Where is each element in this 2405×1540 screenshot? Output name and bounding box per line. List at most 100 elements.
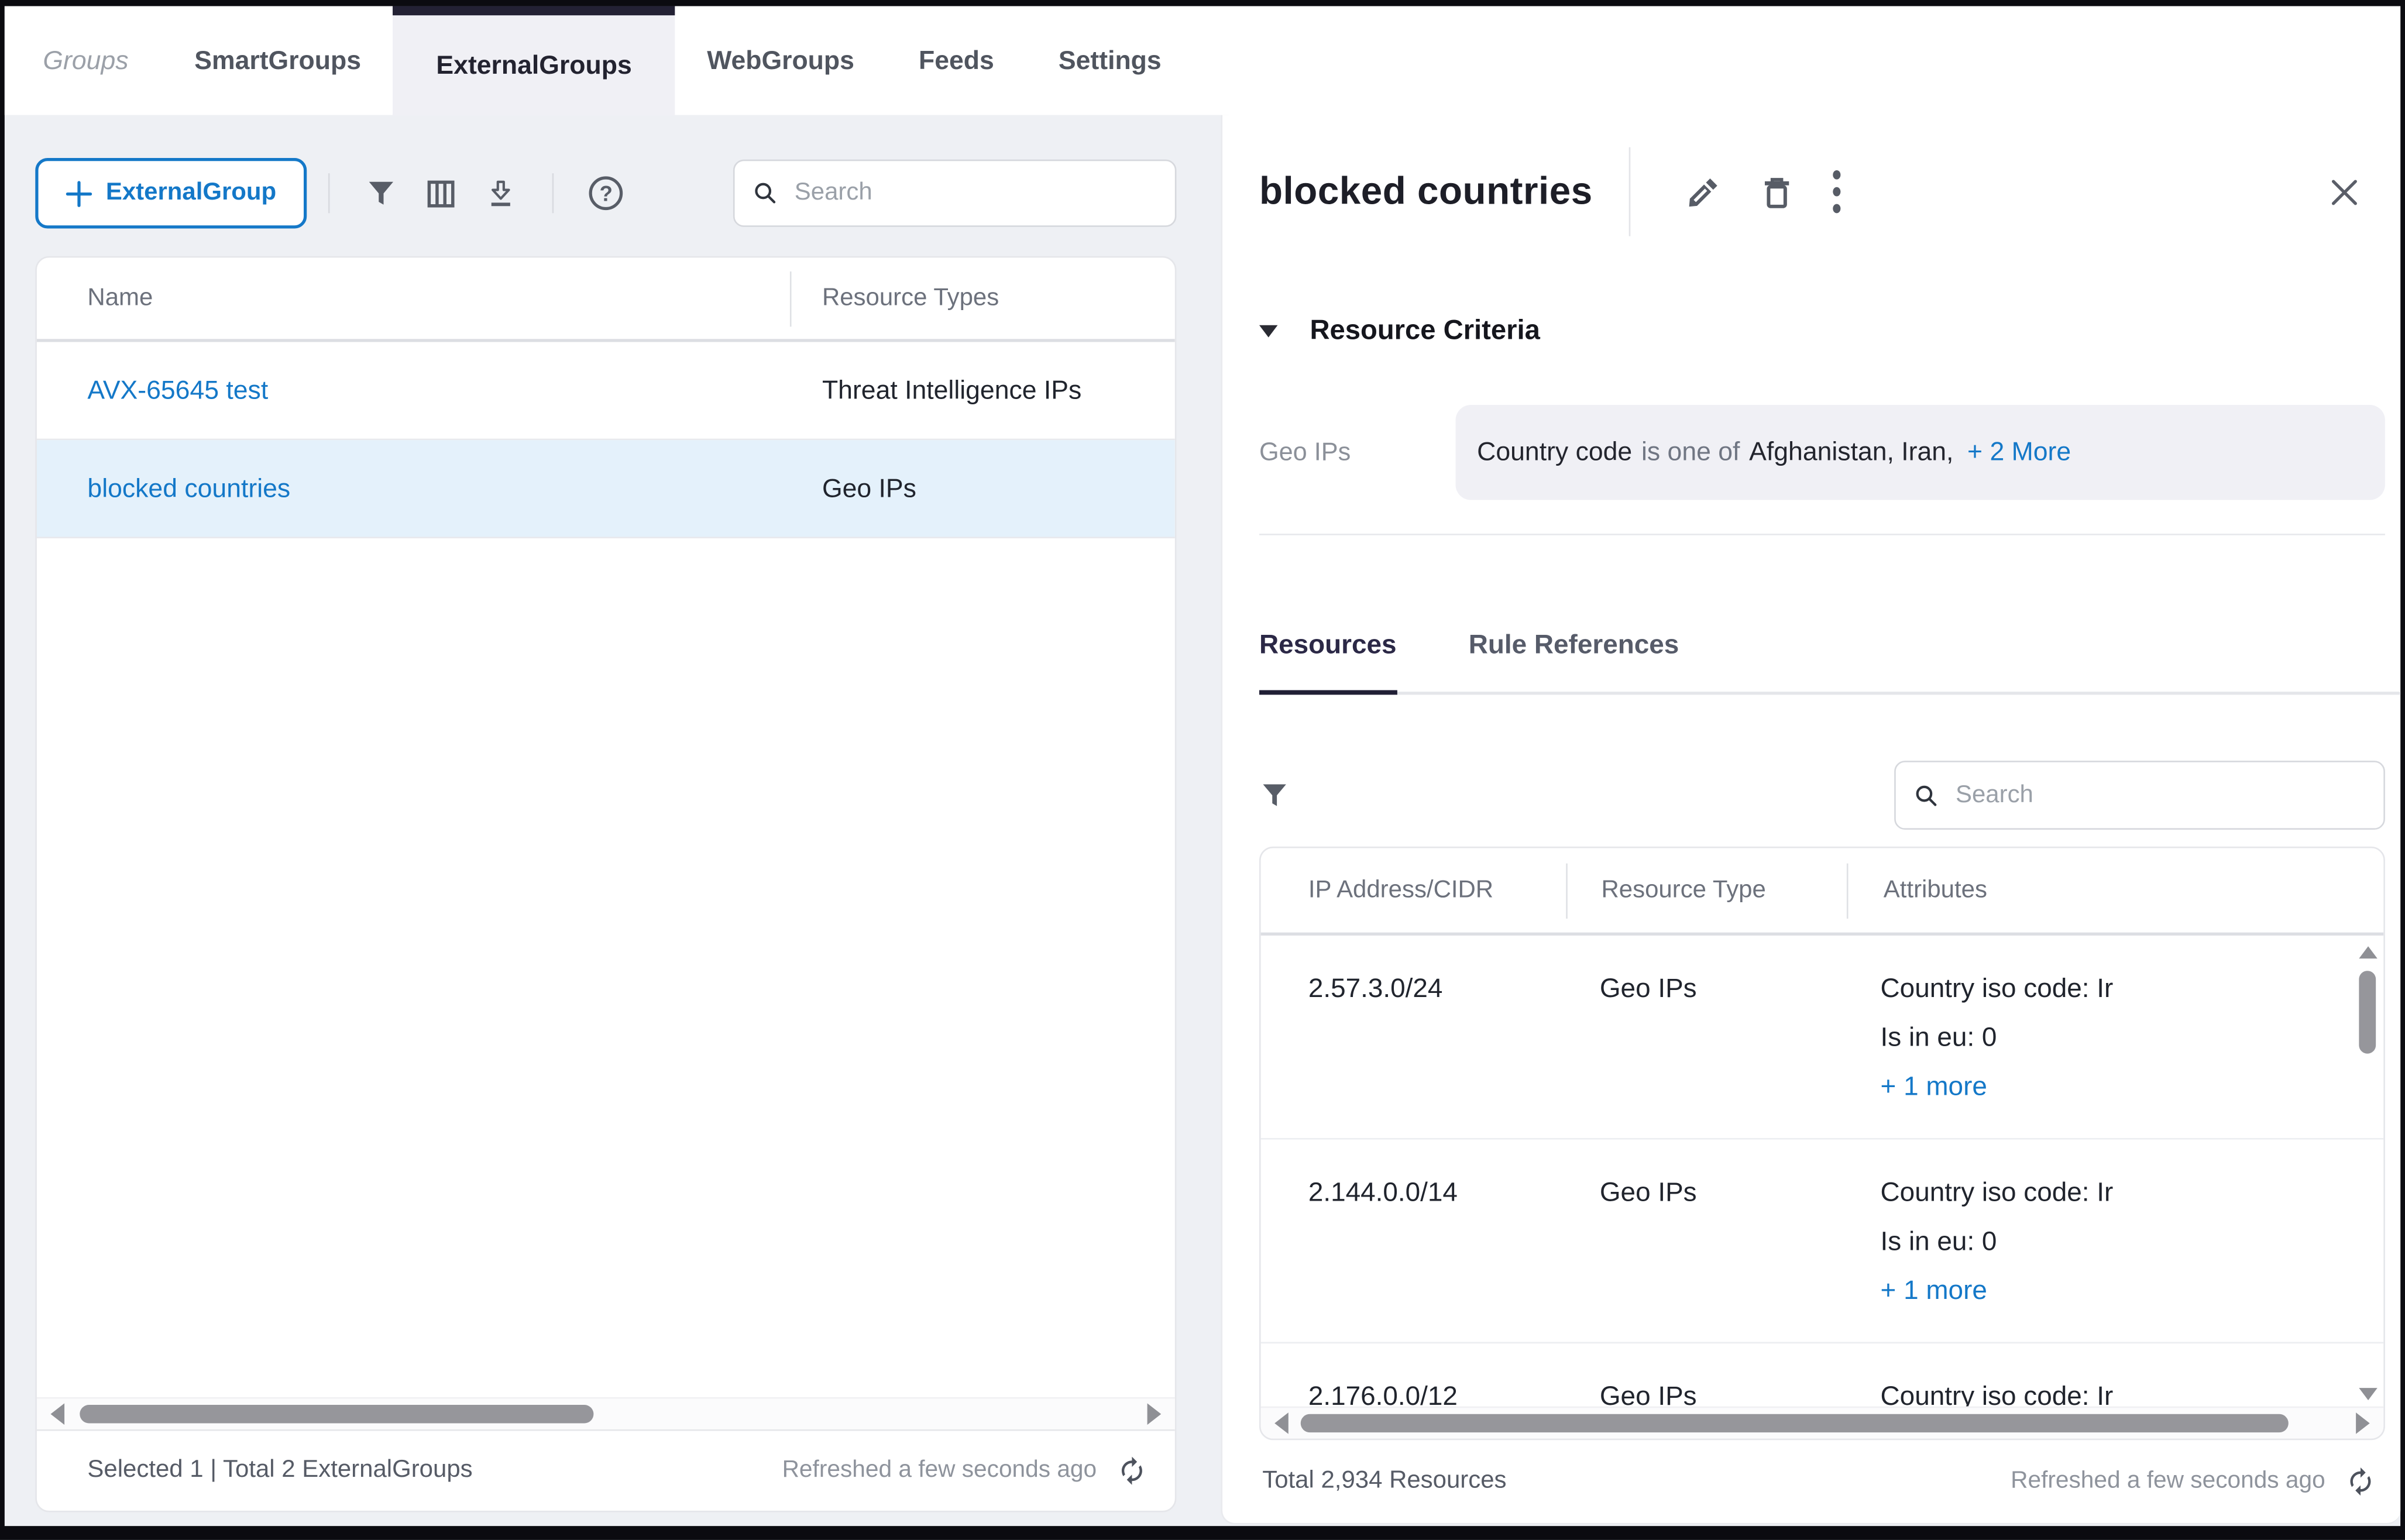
resources-table-header: IP Address/CIDR Resource Type Attributes	[1261, 848, 2384, 936]
refreshed-status: Refreshed a few seconds ago	[782, 1457, 1097, 1484]
attributes-more-link[interactable]: + 1 more	[1881, 1274, 1987, 1307]
refresh-icon	[1116, 1455, 1147, 1486]
resource-criteria-heading: Resource Criteria	[1310, 314, 1540, 346]
detail-header: blocked countries	[1222, 115, 2400, 259]
detail-tabs: Resources Rule References	[1259, 629, 2400, 695]
tab-resources[interactable]: Resources	[1259, 629, 1397, 695]
vertical-scrollbar-thumb[interactable]	[2359, 971, 2376, 1054]
externalgroup-detail-drawer: blocked countries	[1221, 115, 2400, 1525]
externalgroups-footer: Selected 1 | Total 2 ExternalGroups Refr…	[37, 1429, 1175, 1511]
list-toolbar: ExternalGroup	[35, 158, 1176, 229]
externalgroups-table-header: Name Resource Types	[37, 257, 1175, 342]
externalgroups-table-card: Name Resource Types AVX-65645 test Threa…	[35, 256, 1176, 1512]
search-icon	[1914, 783, 1939, 807]
download-button[interactable]	[485, 176, 517, 210]
filter-button[interactable]	[365, 176, 397, 210]
tab-externalgroups[interactable]: ExternalGroups	[393, 6, 675, 115]
vertical-scrollbar	[2358, 946, 2377, 1400]
externalgroup-name-link[interactable]: blocked countries	[87, 473, 290, 503]
externalgroup-resource-types: Geo IPs	[792, 473, 1175, 504]
tab-webgroups[interactable]: WebGroups	[675, 6, 887, 115]
resource-attribute: Is in eu: 0	[1881, 1022, 2384, 1054]
criteria-operator: is one of	[1641, 437, 1740, 468]
resource-ip: 2.176.0.0/12	[1261, 1380, 1566, 1407]
selection-summary: Selected 1 | Total 2 ExternalGroups	[87, 1457, 472, 1484]
tab-smartgroups[interactable]: SmartGroups	[162, 6, 393, 115]
pencil-icon	[1688, 175, 1722, 209]
table-row[interactable]: 2.144.0.0/14 Geo IPs Country iso code: I…	[1261, 1140, 2384, 1344]
trash-icon	[1761, 174, 1794, 209]
refresh-button[interactable]	[1116, 1455, 1147, 1486]
resource-attribute: Country iso code: Ir	[1881, 1176, 2384, 1208]
scroll-down-arrow[interactable]	[2358, 1388, 2376, 1400]
externalgroup-name-link[interactable]: AVX-65645 test	[87, 375, 268, 404]
app-frame: Groups SmartGroups ExternalGroups WebGro…	[0, 0, 2405, 1540]
add-externalgroup-label: ExternalGroup	[106, 180, 276, 207]
horizontal-scrollbar-thumb[interactable]	[1301, 1414, 2289, 1432]
externalgroups-list-panel: ExternalGroup	[35, 115, 1176, 1526]
criteria-row-label: Geo IPs	[1259, 438, 1456, 467]
table-row[interactable]: blocked countries Geo IPs	[37, 440, 1175, 538]
total-summary: Total 2,934 Resources	[1262, 1467, 1506, 1495]
resources-filter-button[interactable]	[1259, 779, 1290, 812]
close-drawer-button[interactable]	[2327, 174, 2362, 209]
tabbar: Groups SmartGroups ExternalGroups WebGro…	[5, 6, 2400, 115]
header-divider	[1630, 147, 1631, 236]
tab-settings[interactable]: Settings	[1026, 6, 1194, 115]
resources-footer: Total 2,934 Resources Refreshed a few se…	[1222, 1440, 2400, 1523]
table-row[interactable]: 2.176.0.0/12 Geo IPs Country iso code: I…	[1261, 1343, 2384, 1406]
resource-ip: 2.144.0.0/14	[1261, 1176, 1566, 1324]
externalgroups-search-input[interactable]	[792, 178, 1157, 208]
tabbar-context-label: Groups	[5, 6, 162, 115]
externalgroups-search	[733, 160, 1177, 227]
column-header-name[interactable]: Name	[37, 284, 790, 312]
funnel-icon	[365, 176, 397, 210]
refreshed-status: Refreshed a few seconds ago	[2011, 1467, 2325, 1495]
scroll-left-arrow[interactable]	[50, 1403, 64, 1425]
more-actions-button[interactable]	[1833, 170, 1841, 213]
collapse-caret-icon[interactable]	[1259, 324, 1277, 336]
detail-title: blocked countries	[1259, 170, 1593, 214]
funnel-icon	[1259, 779, 1290, 812]
column-header-ip[interactable]: IP Address/CIDR	[1261, 876, 1566, 904]
tab-feeds[interactable]: Feeds	[887, 6, 1026, 115]
resource-attribute: Is in eu: 0	[1881, 1225, 2384, 1257]
scroll-right-arrow[interactable]	[1147, 1403, 1162, 1425]
resources-toolbar	[1259, 761, 2385, 830]
horizontal-scrollbar	[37, 1397, 1175, 1429]
column-header-attributes[interactable]: Attributes	[1849, 876, 2384, 904]
criteria-more-link[interactable]: + 2 More	[1967, 437, 2071, 468]
columns-icon	[425, 177, 457, 209]
table-empty-space	[37, 538, 1175, 1397]
close-icon	[2327, 174, 2362, 209]
add-externalgroup-button[interactable]: ExternalGroup	[35, 158, 307, 229]
horizontal-scrollbar-thumb[interactable]	[80, 1405, 593, 1423]
criteria-values: Afghanistan, Iran,	[1749, 437, 1953, 468]
columns-button[interactable]	[425, 177, 457, 209]
resources-table-body: 2.57.3.0/24 Geo IPs Country iso code: Ir…	[1261, 936, 2384, 1407]
help-icon: ?	[589, 176, 623, 210]
scroll-up-arrow[interactable]	[2358, 946, 2376, 958]
help-button[interactable]: ?	[589, 176, 623, 210]
criteria-expression: Country code is one of Afghanistan, Iran…	[1455, 405, 2385, 500]
edit-button[interactable]	[1688, 175, 1722, 209]
column-header-resource-type[interactable]: Resource Type	[1568, 876, 1847, 904]
refresh-button[interactable]	[2345, 1466, 2376, 1497]
table-row[interactable]: 2.57.3.0/24 Geo IPs Country iso code: Ir…	[1261, 936, 2384, 1140]
tab-rule-references[interactable]: Rule References	[1469, 629, 1679, 692]
search-icon	[753, 181, 778, 205]
resources-table-card: IP Address/CIDR Resource Type Attributes…	[1259, 847, 2385, 1440]
attributes-more-link[interactable]: + 1 more	[1881, 1071, 1987, 1103]
scroll-left-arrow[interactable]	[1274, 1412, 1289, 1434]
table-row[interactable]: AVX-65645 test Threat Intelligence IPs	[37, 342, 1175, 441]
resources-search-input[interactable]	[1953, 780, 2365, 810]
toolbar-divider	[552, 173, 554, 213]
content-area: ExternalGroup	[5, 115, 2400, 1526]
resource-type: Geo IPs	[1566, 972, 1845, 1120]
delete-button[interactable]	[1761, 174, 1794, 209]
column-header-resource-types[interactable]: Resource Types	[792, 284, 1175, 312]
section-divider	[1259, 534, 2385, 535]
plus-icon	[66, 180, 92, 207]
scroll-right-arrow[interactable]	[2356, 1412, 2370, 1434]
download-icon	[485, 176, 517, 210]
